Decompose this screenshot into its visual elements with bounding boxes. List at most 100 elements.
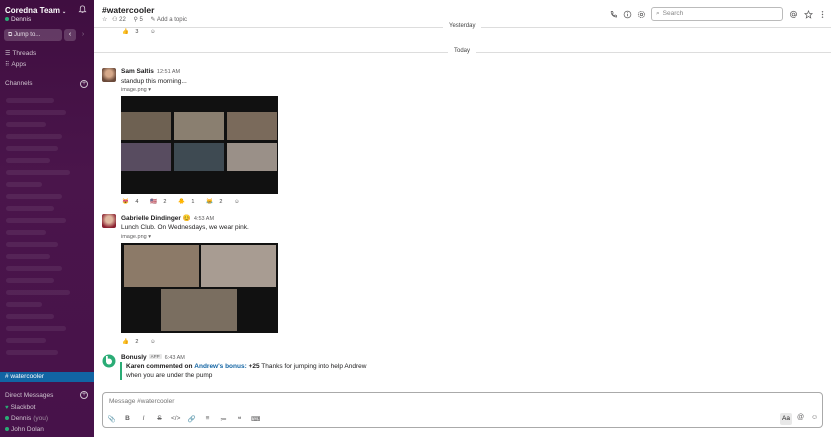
sidebar-item-watercooler[interactable]: # watercooler <box>0 372 94 382</box>
code-block-icon[interactable]: ⌨ <box>251 415 260 425</box>
search-placeholder: Search <box>662 10 684 17</box>
message-composer: 📎 B I S </> 🔗 ≡ ≔ ❝ ⌨ Aa @ ☺ <box>102 392 823 428</box>
add-channel-icon[interactable]: + <box>80 80 88 88</box>
message-time[interactable]: 12:51 AM <box>157 69 180 75</box>
bonus-quote: Karen commented on Andrew's bonus: +25 T… <box>120 362 366 380</box>
message-time[interactable]: 4:53 AM <box>194 216 214 222</box>
avatar[interactable] <box>102 214 116 228</box>
direct-messages-heading[interactable]: Direct Messages <box>5 392 53 399</box>
sidebar-item-threads[interactable]: ☰ Threads <box>5 50 36 57</box>
reaction-pill[interactable]: 👍 3 <box>122 29 143 35</box>
emoji-icon[interactable]: ☺ <box>811 414 818 421</box>
video-tile <box>121 143 171 171</box>
reaction-pill[interactable]: 😻 4 <box>122 199 143 205</box>
day-label-today: Today <box>448 48 477 54</box>
threads-icon: ☰ <box>5 51 11 57</box>
back-button[interactable]: ‹ <box>64 29 76 41</box>
status-emoji: 😊 <box>182 215 191 222</box>
add-reaction-icon[interactable]: ☺ <box>150 29 156 35</box>
presence-icon <box>5 426 9 431</box>
dm-item-slackbot[interactable]: ♥ Slackbot <box>5 404 36 411</box>
star-icon[interactable]: ☆ <box>102 17 107 23</box>
sidebar-item-apps[interactable]: ⠿ Apps <box>5 61 26 68</box>
jump-to-label: Jump to... <box>13 32 41 38</box>
apps-icon: ⠿ <box>5 62 10 68</box>
attachment-label[interactable]: image.png ▾ <box>121 87 151 93</box>
you-label: (you) <box>33 415 49 422</box>
add-reaction-icon[interactable]: ☺ <box>150 339 156 345</box>
avatar[interactable] <box>102 68 116 82</box>
message-text: Lunch Club. On Wednesdays, we wear pink. <box>121 224 249 231</box>
day-label-yesterday: Yesterday <box>443 23 482 29</box>
add-topic-link[interactable]: ✎ Add a topic <box>151 17 190 23</box>
main-pane: #watercooler ☆ ⚇ 22 ⚲ 5 ✎ Add a topic ⌕ S… <box>94 0 831 437</box>
gear-icon[interactable] <box>637 10 646 19</box>
reaction-row: 👍 2 ☺ <box>122 338 161 346</box>
channel-title[interactable]: #watercooler <box>102 5 154 15</box>
jump-to-button[interactable]: ⧉ Jump to... <box>4 29 62 41</box>
quote-icon[interactable]: ❝ <box>235 415 244 425</box>
video-tile <box>174 143 224 171</box>
jump-to-icon: ⧉ <box>8 32 13 38</box>
star-icon[interactable] <box>804 10 813 19</box>
video-tile <box>121 112 171 140</box>
reaction-pill[interactable]: 😹 2 <box>206 199 227 205</box>
add-dm-icon[interactable]: + <box>80 391 88 399</box>
format-toggle-button[interactable]: Aa <box>780 413 792 425</box>
chevron-down-icon: ⌄ <box>61 9 67 15</box>
bonus-link[interactable]: Andrew's bonus: <box>194 363 246 370</box>
team-name-button[interactable]: Coredna Team ⌄ <box>5 6 66 15</box>
dm-item-dennis[interactable]: Dennis (you) <box>5 415 48 422</box>
attachment-image-standup[interactable] <box>121 96 278 194</box>
members-count[interactable]: ⚇ 22 <box>112 17 129 23</box>
attachment-label[interactable]: image.png ▾ <box>121 234 151 240</box>
reaction-pill[interactable]: 👍 2 <box>122 339 143 345</box>
bold-icon[interactable]: B <box>123 415 132 425</box>
dm-name: John Dolan <box>11 426 44 433</box>
dm-name: Slackbot <box>10 404 36 411</box>
attach-icon[interactable]: 📎 <box>107 415 116 425</box>
italic-icon[interactable]: I <box>139 415 148 425</box>
mentions-icon[interactable] <box>789 10 798 19</box>
bell-icon[interactable] <box>78 5 87 14</box>
search-icon: ⌕ <box>656 10 660 17</box>
strikethrough-icon[interactable]: S <box>155 415 164 425</box>
forward-button[interactable]: › <box>77 29 89 41</box>
message-input[interactable] <box>109 398 609 405</box>
attachment-image-lunch-club[interactable] <box>121 243 278 333</box>
dm-name: Dennis <box>11 415 32 422</box>
channels-heading[interactable]: Channels <box>5 80 32 87</box>
phone-icon[interactable] <box>609 10 618 19</box>
reaction-pill[interactable]: 🐥 1 <box>178 199 199 205</box>
sidebar: Coredna Team ⌄ Dennis ⧉ Jump to... ‹ › ☰ T… <box>0 0 94 437</box>
add-reaction-icon[interactable]: ☺ <box>234 199 240 205</box>
sidebar-item-label: Threads <box>12 50 37 57</box>
info-icon[interactable] <box>623 10 632 19</box>
message-time[interactable]: 6:43 AM <box>165 355 185 361</box>
code-icon[interactable]: </> <box>171 415 180 425</box>
dm-item-john-dolan[interactable]: John Dolan <box>5 426 44 433</box>
channel-list-blurred <box>6 98 86 362</box>
reaction-pill[interactable]: 🇺🇸 2 <box>150 199 171 205</box>
quote-line: Karen commented on Andrew's bonus: +25 T… <box>126 363 367 370</box>
message-author[interactable]: Gabrielle Dindinger 😊 4:53 AM <box>121 214 214 222</box>
message-text: standup this morning... <box>121 78 187 85</box>
video-tile <box>174 112 224 140</box>
mention-icon[interactable]: @ <box>797 414 804 421</box>
message-author[interactable]: Sam Saltis 12:51 AM <box>121 68 180 75</box>
channel-meta: ☆ ⚇ 22 ⚲ 5 ✎ Add a topic <box>102 16 193 23</box>
current-user[interactable]: Dennis <box>5 16 31 23</box>
video-tile <box>227 143 277 171</box>
slack-app: Coredna Team ⌄ Dennis ⧉ Jump to... ‹ › ☰ T… <box>0 0 831 437</box>
pins-count[interactable]: ⚲ 5 <box>133 17 145 23</box>
video-tile <box>201 245 276 287</box>
presence-icon <box>5 415 9 420</box>
message-author[interactable]: Bonusly APP 6:43 AM <box>121 354 185 361</box>
bulleted-list-icon[interactable]: ≔ <box>219 415 228 425</box>
ordered-list-icon[interactable]: ≡ <box>203 415 212 425</box>
more-icon[interactable] <box>818 10 827 19</box>
bonusly-logo-icon[interactable] <box>102 354 116 368</box>
link-icon[interactable]: 🔗 <box>187 415 196 425</box>
video-tile <box>124 245 199 287</box>
search-input[interactable]: ⌕ Search <box>651 7 783 21</box>
